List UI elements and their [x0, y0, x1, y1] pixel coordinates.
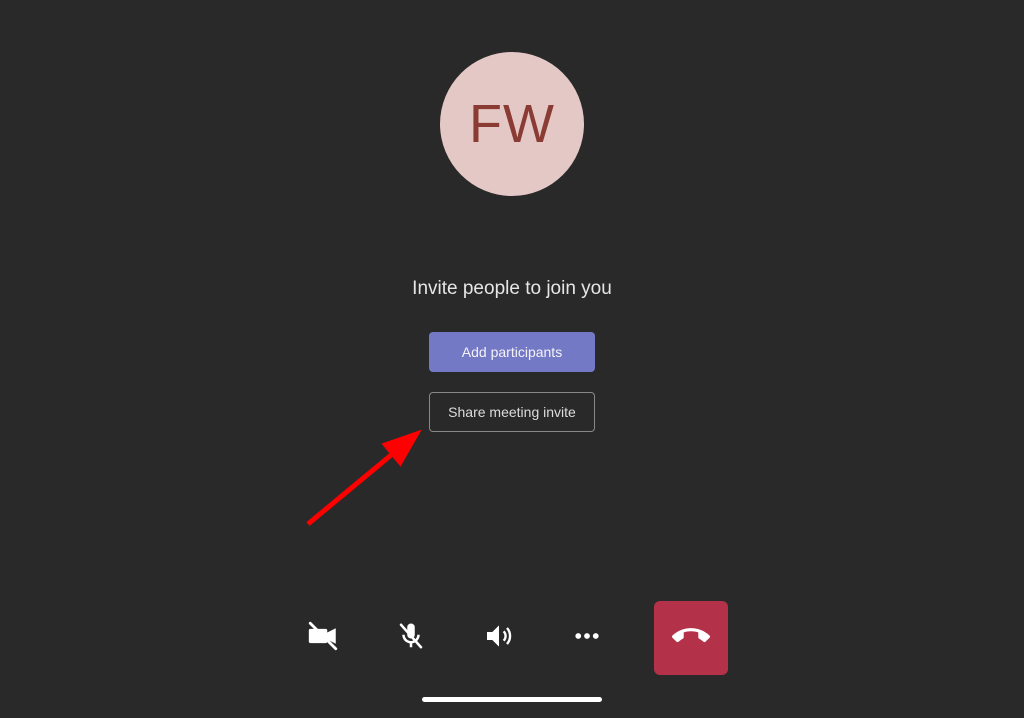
- camera-toggle-button[interactable]: [296, 611, 350, 665]
- hangup-icon: [672, 617, 710, 660]
- hangup-button[interactable]: [654, 601, 728, 675]
- more-icon: [572, 621, 602, 656]
- share-invite-label: Share meeting invite: [448, 404, 576, 420]
- add-participants-label: Add participants: [462, 344, 562, 360]
- avatar: FW: [440, 52, 584, 196]
- camera-off-icon: [306, 619, 340, 658]
- add-participants-button[interactable]: Add participants: [429, 332, 595, 372]
- mic-off-icon: [396, 621, 426, 656]
- home-indicator[interactable]: [422, 697, 602, 702]
- more-options-button[interactable]: [560, 611, 614, 665]
- speaker-icon: [483, 620, 515, 657]
- mic-toggle-button[interactable]: [384, 611, 438, 665]
- share-meeting-invite-button[interactable]: Share meeting invite: [429, 392, 595, 432]
- avatar-initials: FW: [469, 93, 555, 155]
- speaker-button[interactable]: [472, 611, 526, 665]
- call-control-bar: [257, 582, 767, 694]
- invite-heading: Invite people to join you: [412, 278, 612, 300]
